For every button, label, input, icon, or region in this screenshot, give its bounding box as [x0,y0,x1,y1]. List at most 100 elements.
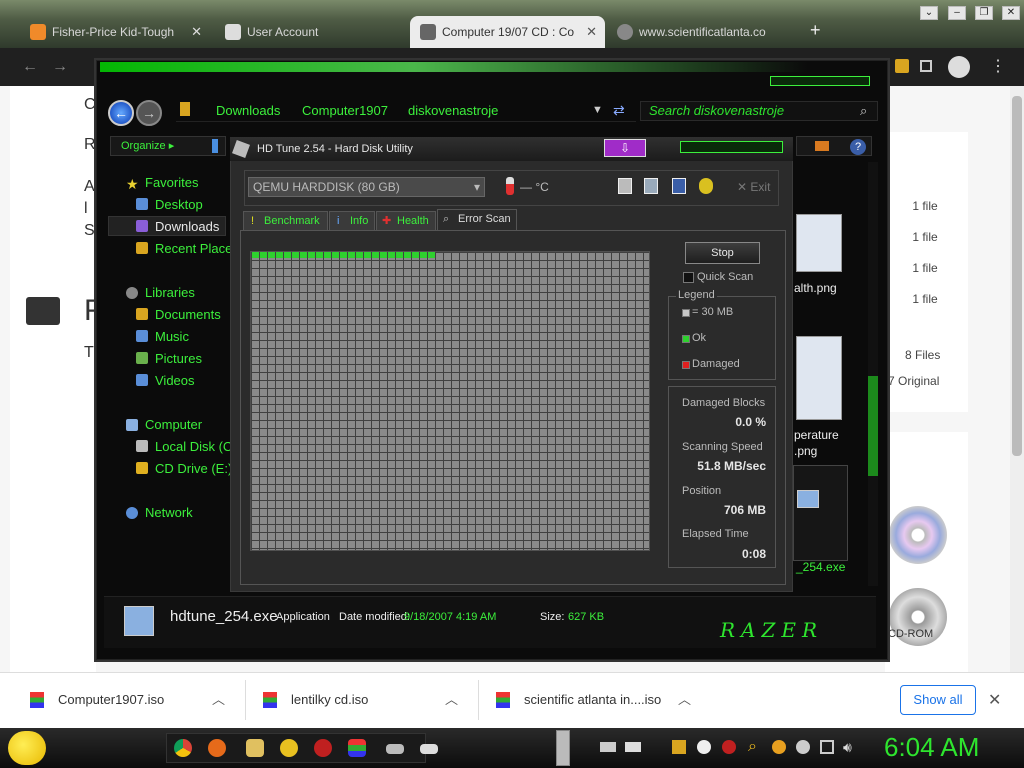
disc-drive-icon[interactable] [420,744,438,754]
alert-icon[interactable] [722,740,736,754]
record-icon[interactable] [314,739,332,757]
file-thumbnail[interactable] [796,336,842,420]
minimize-icon[interactable]: – [948,6,966,20]
nav-desktop[interactable]: Desktop [155,197,203,212]
nav-downloads[interactable]: Downloads [155,219,219,234]
quick-scan-label: Quick Scan [697,271,754,283]
maximize-icon[interactable]: ❐ [975,6,993,20]
explorer-scrollbar-thumb[interactable] [868,376,878,476]
nav-local-disk[interactable]: Local Disk (C [155,439,232,454]
help-icon[interactable]: ? [850,139,866,155]
nav-network[interactable]: Network [145,505,193,520]
close-shelf-icon[interactable]: ✕ [988,690,1001,710]
show-desktop-button[interactable] [556,730,570,766]
chevron-down-icon[interactable]: ▼ [592,104,603,116]
download-item[interactable]: lentilky cd.iso ︿ [233,672,478,728]
save-icon[interactable] [672,178,686,194]
exit-button[interactable]: ✕ Exit [737,180,770,194]
tab-scientific-atlanta[interactable]: www.scientificatlanta.co [607,16,797,48]
download-item[interactable]: scientific atlanta in....iso ︿ [466,672,711,728]
download-item[interactable]: Computer1907.iso ︿ [0,672,245,728]
show-all-button[interactable]: Show all [900,685,976,715]
reading-list-icon[interactable] [920,60,932,72]
search-tray-icon[interactable]: ⌕ [748,738,757,756]
drive-icon[interactable] [386,744,404,754]
close-tab-icon[interactable]: ✕ [191,16,202,48]
winrar-icon[interactable] [348,739,366,757]
breadcrumb-diskovenastroje[interactable]: diskovenastroje [408,103,498,118]
view-icon[interactable] [815,141,829,151]
drive-select[interactable]: QEMU HARDDISK (80 GB) ▾ [248,177,485,197]
power-icon[interactable] [772,740,786,754]
copy-icon[interactable] [618,178,632,194]
tab-info[interactable]: i Info [329,211,375,231]
forward-button[interactable]: → [136,100,162,126]
nav-favorites[interactable]: Favorites [145,175,198,190]
scrollbar-thumb[interactable] [1012,96,1022,456]
back-arrow-icon[interactable]: ← [22,58,38,76]
more-menu-icon[interactable]: ⋮ [990,56,1006,76]
tab-benchmark[interactable]: ! Benchmark [243,211,328,231]
extension-icon[interactable] [895,59,909,73]
chevron-down-icon[interactable]: ⌄ [920,6,938,20]
nav-cd-drive[interactable]: CD Drive (E:) [155,461,232,476]
file-label[interactable]: alth.png [794,281,837,295]
folder-tray-icon[interactable] [672,740,686,754]
nav-pictures[interactable]: Pictures [155,351,202,366]
hdtune-window-controls[interactable] [680,141,783,153]
chevron-up-icon[interactable]: ︿ [212,672,225,728]
window-controls[interactable] [770,76,870,86]
firefox-icon[interactable] [208,739,226,757]
file-count: 1 file [885,191,965,222]
copy-all-icon[interactable] [644,178,658,194]
profile-avatar[interactable] [948,56,970,78]
file-label[interactable]: _254.exe [796,560,845,574]
tab-health[interactable]: ✚ Health [376,211,436,231]
tab-computer-1907[interactable]: Computer 19/07 CD : Co ✕ [410,16,605,48]
device-icon[interactable] [600,742,616,752]
usb-icon[interactable] [625,742,641,752]
refresh-icon[interactable]: ⇄ [613,102,625,119]
nav-documents[interactable]: Documents [155,307,221,322]
search-icon[interactable]: ⌕ [860,103,867,119]
options-icon[interactable] [699,178,713,194]
chevron-up-icon[interactable]: ︿ [678,672,691,728]
organize-menu[interactable]: Organize ▸ [110,136,226,156]
chevron-up-icon[interactable]: ︿ [445,672,458,728]
forward-arrow-icon[interactable]: → [52,58,68,76]
selected-file[interactable] [793,465,848,561]
messenger-icon[interactable] [280,739,298,757]
taskbar-clock[interactable]: 6:04 AM [884,732,979,763]
close-tab-icon[interactable]: ✕ [586,16,597,48]
files-icon[interactable] [246,739,264,757]
no-entry-icon[interactable] [796,740,810,754]
file-thumbnail[interactable] [796,214,842,272]
new-tab-button[interactable]: + [810,20,821,41]
stats-box [668,386,776,568]
volume-icon[interactable]: 🔊︎ [843,739,852,756]
action-center-icon[interactable] [820,740,834,754]
chrome-icon[interactable] [174,739,192,757]
ball-icon[interactable] [697,740,711,754]
file-label[interactable]: perature [794,428,839,442]
breadcrumb-computer1907[interactable]: Computer1907 [302,103,388,118]
cd-drive-icon [136,462,148,474]
search-input[interactable]: Search diskovenastroje [640,101,878,121]
nav-recent-places[interactable]: Recent Place [155,241,232,256]
tab-error-scan[interactable]: ⌕ Error Scan [437,209,517,231]
tab-fisher-price[interactable]: Fisher-Price Kid-Tough ✕ [20,16,210,48]
download-arrow-icon[interactable]: ⇩ [604,139,646,157]
quick-scan-checkbox[interactable] [683,272,694,283]
file-label[interactable]: .png [794,444,817,458]
start-smiley-icon[interactable] [8,731,46,765]
nav-libraries[interactable]: Libraries [145,285,195,300]
nav-music[interactable]: Music [155,329,189,344]
back-button[interactable]: ← [108,100,134,126]
nav-videos[interactable]: Videos [155,373,195,388]
stop-button[interactable]: Stop [685,242,760,264]
breadcrumb-downloads[interactable]: Downloads [216,103,280,118]
explorer-scrollbar[interactable] [868,162,878,586]
tab-user-account[interactable]: User Account [215,16,408,48]
nav-computer[interactable]: Computer [145,417,202,432]
close-icon[interactable]: ✕ [1002,6,1020,20]
